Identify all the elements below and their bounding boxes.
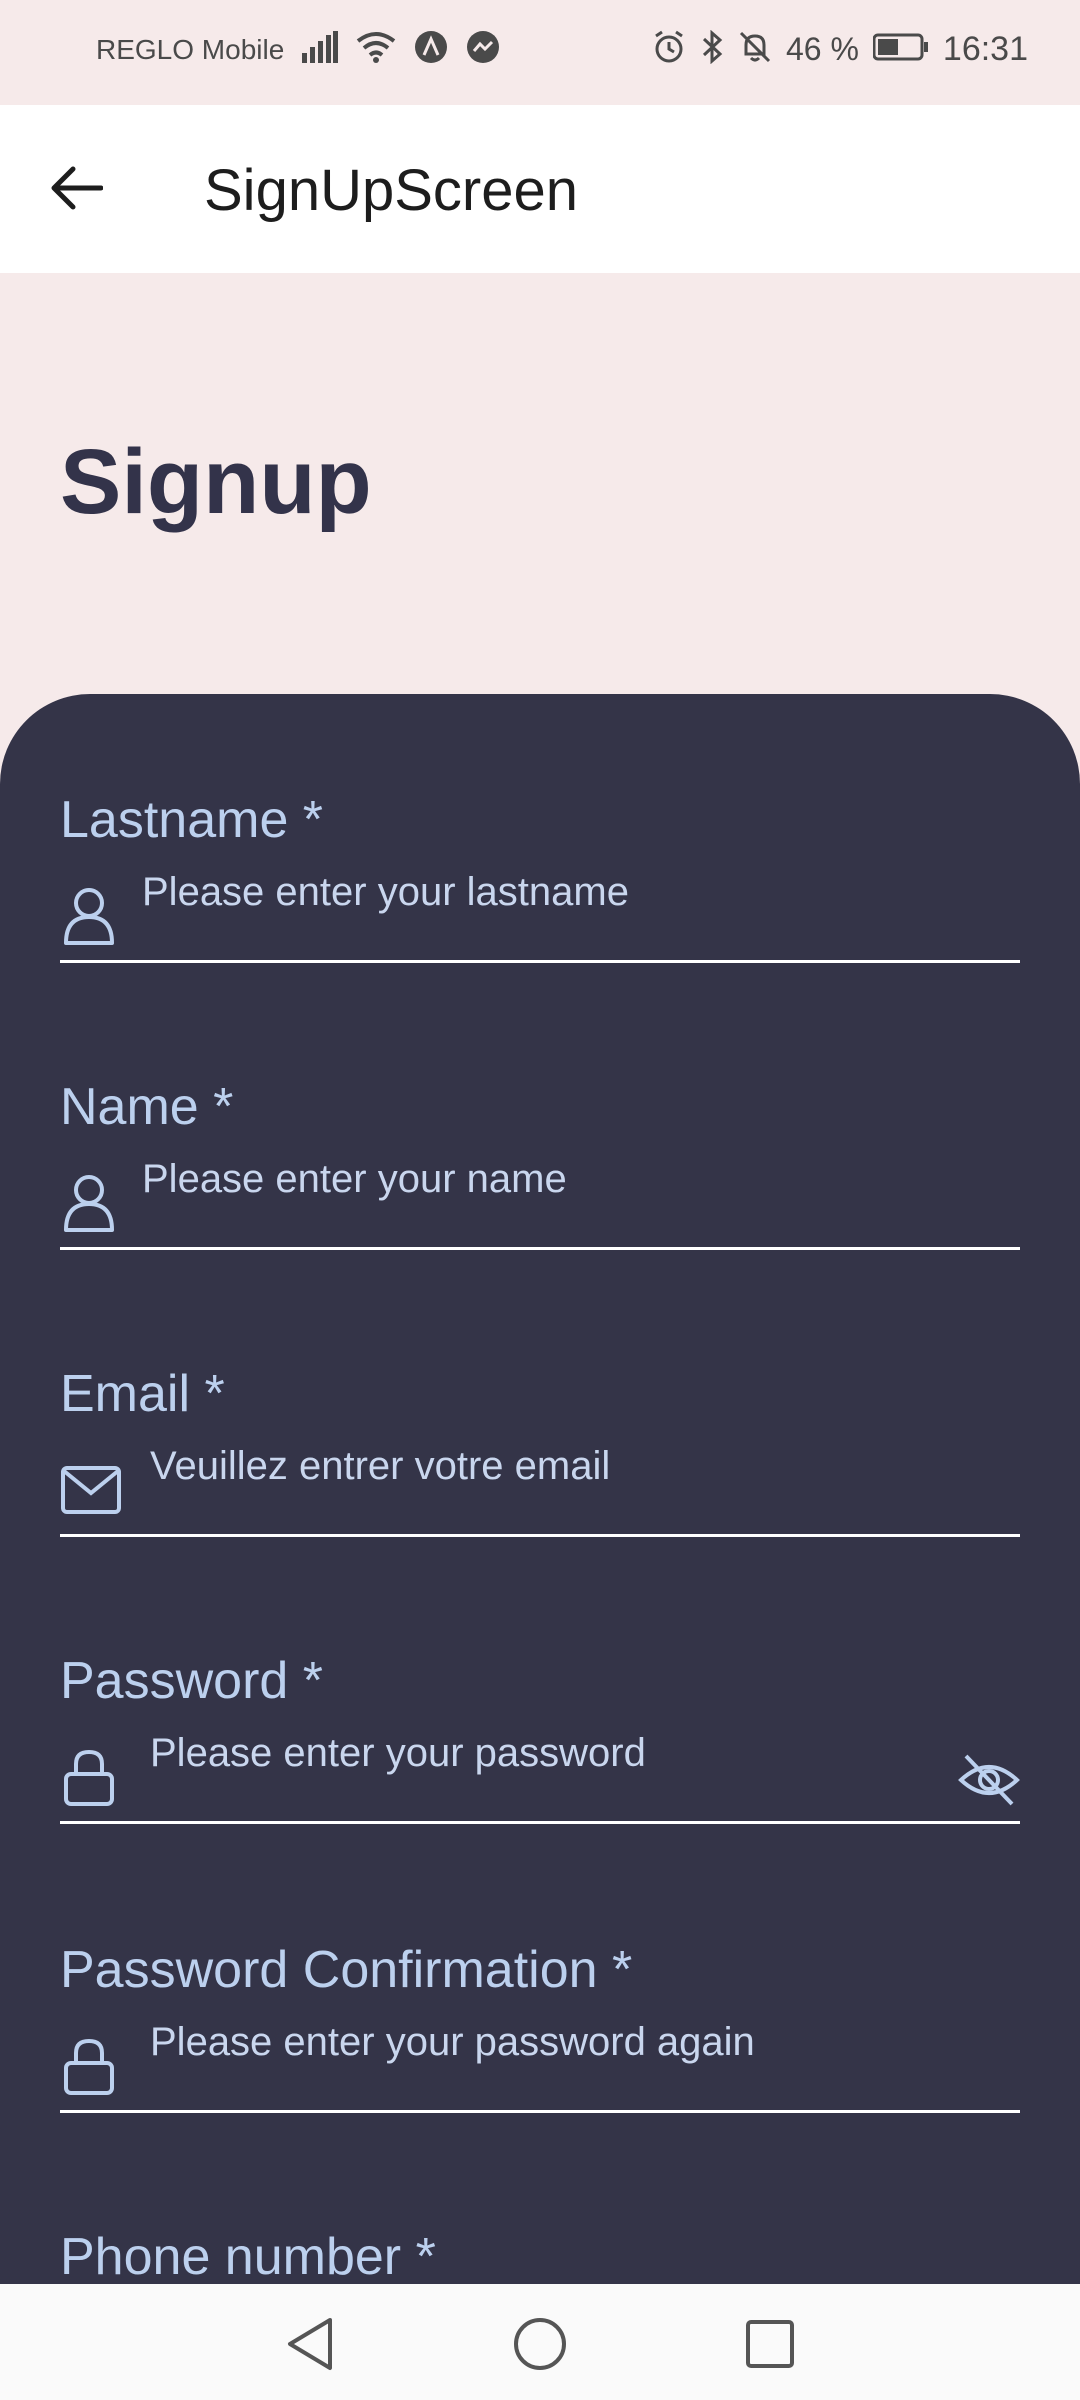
- battery-percent: 46 %: [785, 31, 859, 67]
- name-field: Name * Please enter your name: [60, 1077, 1020, 1277]
- clock: 16:31: [942, 30, 1028, 68]
- nav-home-button[interactable]: [508, 2312, 572, 2376]
- status-left: REGLO Mobile: [96, 30, 500, 69]
- password-confirmation-label: Password Confirmation *: [60, 1941, 633, 1999]
- email-field: Email * Veuillez entrer votre email: [60, 1364, 1020, 1564]
- name-input[interactable]: Please enter your name: [60, 1155, 1020, 1250]
- email-input[interactable]: Veuillez entrer votre email: [60, 1442, 1020, 1537]
- signup-form: Lastname * Please enter your lastname Na…: [0, 694, 1080, 2284]
- carrier-name: REGLO Mobile: [96, 33, 285, 65]
- bluetooth-icon: [700, 29, 724, 69]
- system-nav-bar: [0, 2284, 1080, 2400]
- lock-icon: [60, 2030, 118, 2102]
- password-confirmation-placeholder: Please enter your password again: [150, 2020, 755, 2064]
- lastname-input[interactable]: Please enter your lastname: [60, 868, 1020, 963]
- password-label: Password *: [60, 1652, 323, 1710]
- app-bar: SignUpScreen: [0, 105, 1080, 273]
- recents-square-icon: [746, 2320, 794, 2368]
- app-bar-title: SignUpScreen: [204, 158, 578, 223]
- messenger-icon: [466, 30, 500, 69]
- signal-icon: [302, 31, 339, 68]
- phone-number-field: Phone number *: [60, 2227, 1020, 2284]
- back-triangle-icon: [288, 2318, 332, 2370]
- lock-icon: [60, 1741, 118, 1813]
- alarm-icon: [652, 30, 686, 69]
- user-icon: [60, 880, 118, 952]
- battery-icon: [872, 32, 929, 67]
- mail-icon: [60, 1454, 122, 1526]
- password-confirmation-input[interactable]: Please enter your password again: [60, 2018, 1020, 2113]
- toggle-password-visibility[interactable]: [958, 1749, 1020, 1811]
- email-label: Email *: [60, 1365, 225, 1423]
- status-bar: REGLO Mobile 46 % 16:31: [0, 0, 1080, 105]
- password-input[interactable]: Please enter your password: [60, 1729, 1020, 1824]
- status-right: 46 % 16:31: [652, 29, 1028, 69]
- name-placeholder: Please enter your name: [142, 1157, 567, 1201]
- name-label: Name *: [60, 1078, 234, 1136]
- user-icon: [60, 1167, 118, 1239]
- eye-off-icon: [958, 1754, 1020, 1806]
- wifi-icon: [356, 31, 396, 68]
- nav-back-button[interactable]: [278, 2312, 342, 2376]
- back-button[interactable]: [40, 153, 114, 227]
- app-notification-icon: [414, 30, 448, 69]
- page-title: Signup: [60, 431, 372, 533]
- lastname-label: Lastname *: [60, 791, 324, 849]
- password-confirmation-field: Password Confirmation * Please enter you…: [60, 1940, 1020, 2140]
- lastname-field: Lastname * Please enter your lastname: [60, 790, 1020, 990]
- password-placeholder: Please enter your password: [150, 1731, 646, 1775]
- phone-number-label: Phone number *: [60, 2228, 436, 2284]
- email-placeholder: Veuillez entrer votre email: [150, 1444, 611, 1488]
- mute-icon: [738, 30, 772, 69]
- nav-recents-button[interactable]: [738, 2312, 802, 2376]
- password-field: Password * Please enter your password: [60, 1651, 1020, 1851]
- home-circle-icon: [514, 2318, 566, 2370]
- lastname-placeholder: Please enter your lastname: [142, 870, 629, 914]
- arrow-left-icon: [51, 166, 104, 215]
